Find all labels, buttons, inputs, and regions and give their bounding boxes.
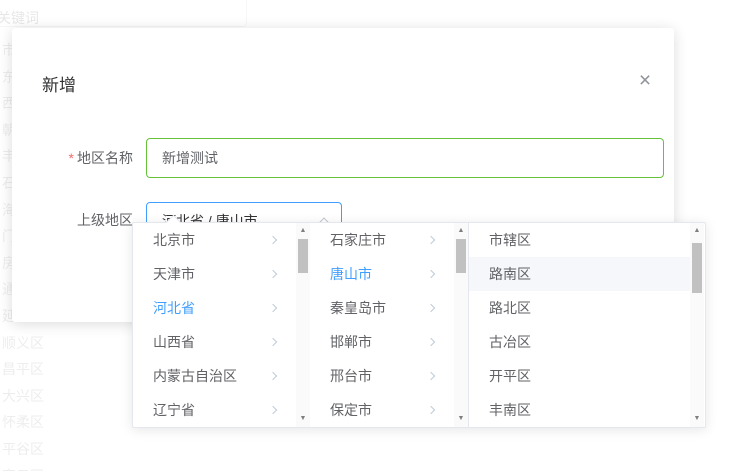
cascader-item-label: 开平区	[489, 366, 531, 386]
cascader-item[interactable]: 内蒙古自治区	[133, 359, 296, 393]
cascader-item-label: 古冶区	[489, 332, 531, 352]
chevron-right-icon	[427, 270, 435, 278]
page: 关键词 市辖区东城区西城区朝阳区丰台区石景山区海淀区门头沟区房山区通州区延庆区顺…	[0, 0, 748, 471]
cascader-item-label: 丰南区	[489, 400, 531, 420]
scroll-down-icon[interactable]: ▼	[690, 413, 704, 425]
region-name-label: *地区名称	[12, 138, 133, 178]
cascader-item[interactable]: 邢台市	[310, 359, 454, 393]
chevron-right-icon	[427, 372, 435, 380]
cascader-item[interactable]: 天津市	[133, 257, 296, 291]
required-asterisk: *	[69, 150, 74, 166]
cascader-item[interactable]: 山西省	[133, 325, 296, 359]
cascader-item-label: 内蒙古自治区	[153, 366, 237, 386]
cascader-item[interactable]: 路南区	[469, 257, 690, 291]
cascader-item[interactable]: 保定市	[310, 393, 454, 427]
region-name-value: 新增测试	[162, 148, 218, 168]
scrollbar-provinces[interactable]: ▲ ▼	[296, 223, 310, 427]
parent-region-label: 上级地区	[12, 201, 133, 239]
cascader-item-label: 市辖区	[489, 230, 531, 250]
cascader-item[interactable]: 市辖区	[469, 223, 690, 257]
cascader-item[interactable]: 唐山市	[310, 257, 454, 291]
cascader-item-label: 路南区	[489, 264, 531, 284]
cascader-item[interactable]: 河北省	[133, 291, 296, 325]
dialog-title: 新增	[42, 71, 76, 96]
chevron-right-icon	[269, 406, 277, 414]
chevron-right-icon	[427, 236, 435, 244]
cascader-item[interactable]: 石家庄市	[310, 223, 454, 257]
cascader-item[interactable]: 辽宁省	[133, 393, 296, 427]
cascader-item-label: 北京市	[153, 230, 195, 250]
chevron-right-icon	[269, 236, 277, 244]
scroll-up-icon[interactable]: ▲	[296, 225, 310, 237]
cascader-item-label: 秦皇岛市	[330, 298, 386, 318]
cascader-item[interactable]: 北京市	[133, 223, 296, 257]
cascader-item-label: 邯郸市	[330, 332, 372, 352]
scrollbar-thumb[interactable]	[456, 239, 466, 273]
cascader-menu-cities: 石家庄市唐山市秦皇岛市邯郸市邢台市保定市	[310, 223, 454, 427]
scroll-down-icon[interactable]: ▼	[454, 413, 468, 425]
cascader-item-label: 辽宁省	[153, 400, 195, 420]
scrollbar-districts[interactable]: ▲ ▼	[690, 223, 704, 427]
cascader-item[interactable]: 路北区	[469, 291, 690, 325]
cascader-item-label: 保定市	[330, 400, 372, 420]
scrollbar-thumb[interactable]	[298, 239, 308, 273]
chevron-right-icon	[427, 338, 435, 346]
chevron-right-icon	[269, 270, 277, 278]
chevron-right-icon	[427, 406, 435, 414]
cascader-item[interactable]: 秦皇岛市	[310, 291, 454, 325]
cascader-item-label: 石家庄市	[330, 230, 386, 250]
cascader-item[interactable]: 丰南区	[469, 393, 690, 427]
cascader-item-label: 河北省	[153, 298, 195, 318]
scroll-down-icon[interactable]: ▼	[296, 413, 310, 425]
scrollbar-thumb[interactable]	[692, 243, 702, 293]
cascader-item[interactable]: 邯郸市	[310, 325, 454, 359]
cascader-item[interactable]: 古冶区	[469, 325, 690, 359]
scroll-up-icon[interactable]: ▲	[690, 225, 704, 237]
cascader-item-label: 山西省	[153, 332, 195, 352]
cascader-dropdown: 北京市天津市河北省山西省内蒙古自治区辽宁省 ▲ ▼ 石家庄市唐山市秦皇岛市邯郸市…	[132, 222, 706, 428]
scrollbar-cities[interactable]: ▲ ▼	[454, 223, 468, 427]
chevron-right-icon	[269, 338, 277, 346]
cascader-menu-districts: 市辖区路南区路北区古冶区开平区丰南区	[468, 223, 690, 427]
cascader-item-label: 路北区	[489, 298, 531, 318]
cascader-item[interactable]: 开平区	[469, 359, 690, 393]
cascader-item-label: 唐山市	[330, 264, 372, 284]
region-name-input[interactable]: 新增测试	[146, 138, 664, 178]
chevron-right-icon	[427, 304, 435, 312]
close-icon[interactable]: ×	[634, 70, 656, 92]
cascader-item-label: 天津市	[153, 264, 195, 284]
chevron-right-icon	[269, 372, 277, 380]
scroll-up-icon[interactable]: ▲	[454, 225, 468, 237]
chevron-right-icon	[269, 304, 277, 312]
cascader-item-label: 邢台市	[330, 366, 372, 386]
cascader-menu-provinces: 北京市天津市河北省山西省内蒙古自治区辽宁省	[133, 223, 296, 427]
